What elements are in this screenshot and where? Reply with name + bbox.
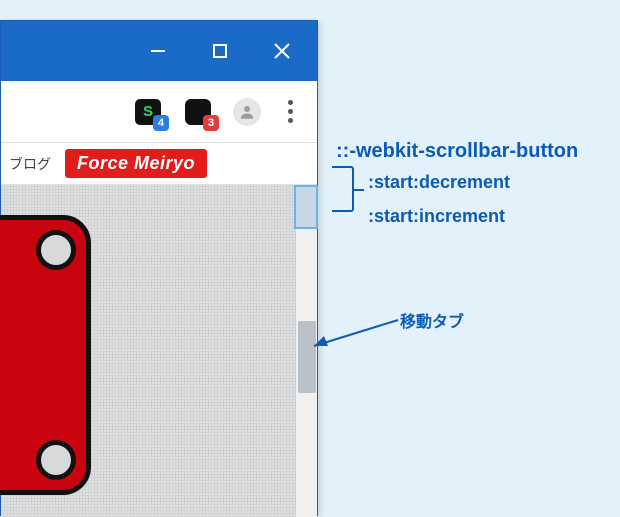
profile-avatar-icon[interactable] (233, 98, 261, 126)
scrollbar-thumb[interactable] (298, 321, 316, 393)
extension-chat-icon[interactable]: 3 (183, 97, 213, 127)
badge-red: 3 (203, 115, 219, 131)
browser-window: S 4 3 ブログ Force Meiryo (0, 20, 318, 516)
vertical-scrollbar[interactable] (295, 185, 317, 517)
content-graphic (0, 215, 91, 495)
bookmark-force-meiryo[interactable]: Force Meiryo (65, 149, 207, 178)
extension-s-icon[interactable]: S 4 (133, 97, 163, 127)
titlebar (1, 21, 317, 81)
annotation-selector: ::-webkit-scrollbar-button (336, 140, 578, 163)
annotation-start-increment: :start:increment (368, 206, 505, 227)
kebab-menu-icon[interactable] (281, 100, 299, 123)
annotation-start-decrement: :start:decrement (368, 172, 510, 193)
badge-blue: 4 (153, 115, 169, 131)
annotation-bracket (332, 166, 354, 212)
scrollbar-button-start-increment[interactable] (296, 207, 317, 229)
close-button[interactable] (251, 21, 313, 81)
bookmark-bar: ブログ Force Meiryo (1, 143, 317, 185)
scrollbar-button-start-decrement[interactable] (296, 185, 317, 207)
bookmark-blog[interactable]: ブログ (9, 154, 51, 174)
page-content (1, 185, 317, 517)
extension-toolbar: S 4 3 (1, 81, 317, 143)
annotation-thumb-label: 移動タブ (400, 308, 464, 332)
annotation-arrow (306, 316, 402, 356)
maximize-button[interactable] (189, 21, 251, 81)
minimize-button[interactable] (127, 21, 189, 81)
